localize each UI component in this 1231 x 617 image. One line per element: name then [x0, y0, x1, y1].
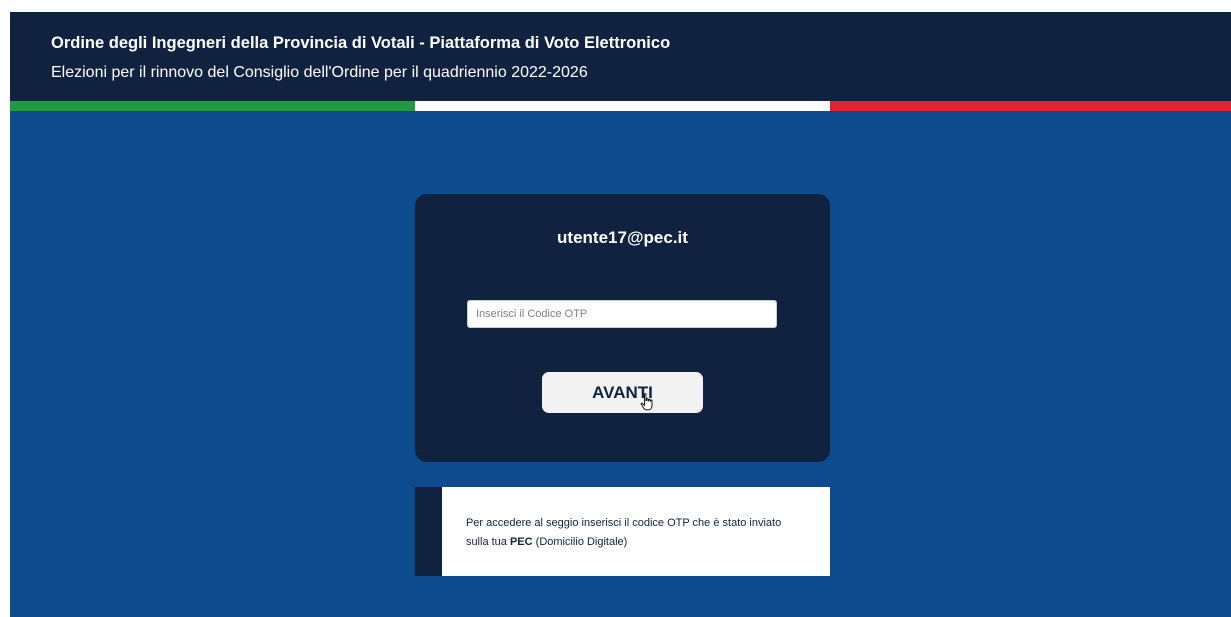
login-card: utente17@pec.it AVANTI [415, 194, 830, 462]
header: Ordine degli Ingegneri della Provincia d… [10, 12, 1231, 101]
avanti-button[interactable]: AVANTI [542, 372, 703, 413]
otp-input[interactable] [467, 300, 777, 328]
info-box: Per accedere al seggio inserisci il codi… [415, 487, 830, 576]
flag-band-white [415, 101, 830, 111]
flag-band-green [10, 101, 415, 111]
info-accent-bar [415, 487, 442, 576]
info-text-end: (Domicilio Digitale) [532, 536, 628, 548]
italian-flag-stripe [10, 101, 1231, 111]
info-message: Per accedere al seggio inserisci il codi… [442, 487, 830, 576]
flag-band-red [830, 101, 1231, 111]
page-title: Ordine degli Ingegneri della Provincia d… [51, 34, 671, 52]
page-subtitle: Elezioni per il rinnovo del Consiglio de… [51, 64, 588, 81]
page: Ordine degli Ingegneri della Provincia d… [10, 12, 1231, 617]
hand-pointer-icon [640, 393, 653, 411]
info-text-pec: PEC [509, 536, 533, 548]
user-email: utente17@pec.it [557, 228, 688, 247]
